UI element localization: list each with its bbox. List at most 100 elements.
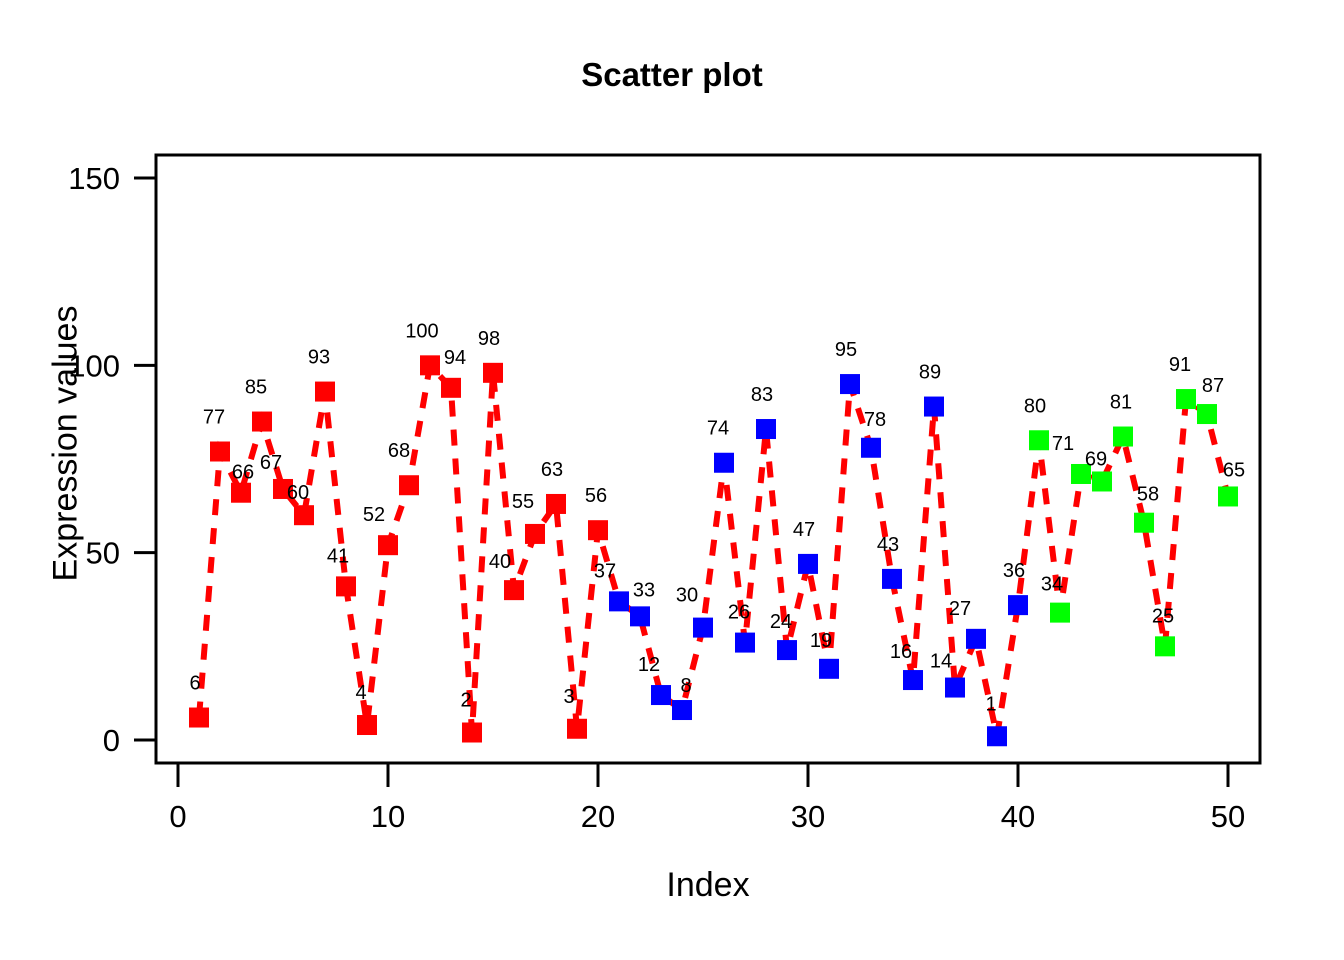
data-point-label: 81 (1110, 392, 1132, 414)
data-point-label: 16 (890, 641, 912, 663)
data-point-label: 65 (1223, 459, 1245, 481)
data-point-marker (1155, 636, 1175, 657)
data-point-marker (609, 591, 629, 612)
data-point-marker (1092, 471, 1112, 492)
data-point-marker (840, 374, 860, 395)
data-point-marker (399, 475, 419, 496)
data-point-marker (945, 677, 965, 698)
data-point-marker (966, 628, 986, 649)
data-point-marker (924, 396, 944, 417)
data-point-label: 30 (676, 585, 698, 607)
data-point-marker (588, 520, 608, 541)
data-point-label: 89 (919, 362, 941, 384)
chart-canvas: Scatter plot Expression values Index 0 50… (0, 0, 1344, 960)
data-point-marker (294, 505, 314, 526)
data-point-label: 1 (985, 693, 996, 715)
data-point-label: 94 (444, 347, 466, 369)
data-point-label: 19 (810, 630, 832, 652)
data-point-marker (735, 632, 755, 653)
data-point-label: 93 (308, 347, 330, 369)
data-point-marker (798, 553, 818, 574)
data-point-marker (882, 568, 902, 589)
svg-text:20: 20 (581, 799, 615, 834)
data-point-marker (483, 362, 503, 383)
data-point-label: 26 (728, 602, 750, 624)
svg-text:0: 0 (169, 799, 186, 834)
data-point-marker (504, 580, 524, 601)
data-point-marker (630, 606, 650, 627)
data-point-label: 4 (355, 682, 366, 704)
data-point-label: 8 (680, 675, 691, 697)
data-point-marker (693, 617, 713, 638)
data-point-marker (462, 722, 482, 743)
data-point-label: 85 (245, 377, 267, 399)
data-point-marker (231, 482, 251, 503)
data-point-label: 80 (1024, 395, 1046, 417)
data-point-marker (336, 576, 356, 597)
data-point-label: 33 (633, 579, 655, 601)
data-point-label: 63 (541, 459, 563, 481)
data-point-marker (819, 658, 839, 679)
data-point-label: 41 (327, 545, 349, 567)
data-point-label: 36 (1003, 560, 1025, 582)
data-point-marker (210, 441, 230, 462)
data-point-label: 2 (460, 690, 471, 712)
data-point-label: 68 (388, 440, 410, 462)
data-point-label: 98 (478, 328, 500, 350)
data-point-marker (252, 411, 272, 432)
data-point-label: 40 (489, 551, 511, 573)
data-point-label: 77 (203, 407, 225, 429)
data-point-marker (357, 715, 377, 736)
data-point-marker (1029, 430, 1049, 451)
data-point-label: 43 (877, 534, 899, 556)
data-point-marker (1176, 389, 1196, 410)
data-point-marker (1008, 595, 1028, 616)
data-point-marker (546, 493, 566, 514)
data-point-marker (1134, 512, 1154, 533)
data-point-marker (189, 707, 209, 728)
data-point-label: 74 (707, 418, 729, 440)
data-point-marker (1050, 602, 1070, 623)
data-point-label: 52 (363, 504, 385, 526)
data-point-label: 47 (793, 519, 815, 541)
data-point-label: 3 (563, 686, 574, 708)
svg-text:40: 40 (1001, 799, 1035, 834)
data-point-label: 24 (770, 611, 792, 633)
data-point-marker (1197, 404, 1217, 425)
data-point-label: 37 (594, 560, 616, 582)
data-point-label: 6 (189, 673, 200, 695)
data-point-marker (1113, 426, 1133, 447)
svg-text:50: 50 (1211, 799, 1245, 834)
x-axis-ticks: 0 10 20 30 40 50 (169, 763, 1245, 834)
data-point-label: 78 (864, 409, 886, 431)
data-point-marker (441, 377, 461, 398)
data-point-label: 25 (1152, 605, 1174, 627)
data-point-label: 27 (949, 598, 971, 620)
data-point-marker (756, 419, 776, 440)
data-point-label: 58 (1137, 484, 1159, 506)
data-point-marker (672, 700, 692, 721)
svg-text:150: 150 (68, 161, 120, 196)
data-point-label: 34 (1041, 574, 1063, 596)
data-point-label: 12 (638, 654, 660, 676)
data-point-label: 69 (1085, 448, 1107, 470)
data-point-label: 56 (585, 485, 607, 507)
data-point-label: 55 (512, 491, 534, 513)
data-point-label: 14 (930, 651, 952, 673)
svg-text:100: 100 (68, 348, 120, 383)
data-point-label: 60 (287, 482, 309, 504)
data-point-label: 83 (751, 384, 773, 406)
data-point-marker (378, 535, 398, 556)
data-point-marker (861, 437, 881, 458)
data-point-marker (567, 718, 587, 739)
svg-text:30: 30 (791, 799, 825, 834)
data-point-label: 95 (835, 339, 857, 361)
svg-text:0: 0 (103, 723, 120, 758)
data-point-marker (714, 452, 734, 473)
svg-text:50: 50 (86, 536, 120, 571)
data-point-marker (777, 640, 797, 661)
data-point-marker (903, 670, 923, 691)
data-point-label: 87 (1202, 375, 1224, 397)
data-point-marker (420, 355, 440, 376)
scatter-plot: 050100150 0 10 20 30 40 50 677668567609341452… (68, 153, 1262, 834)
